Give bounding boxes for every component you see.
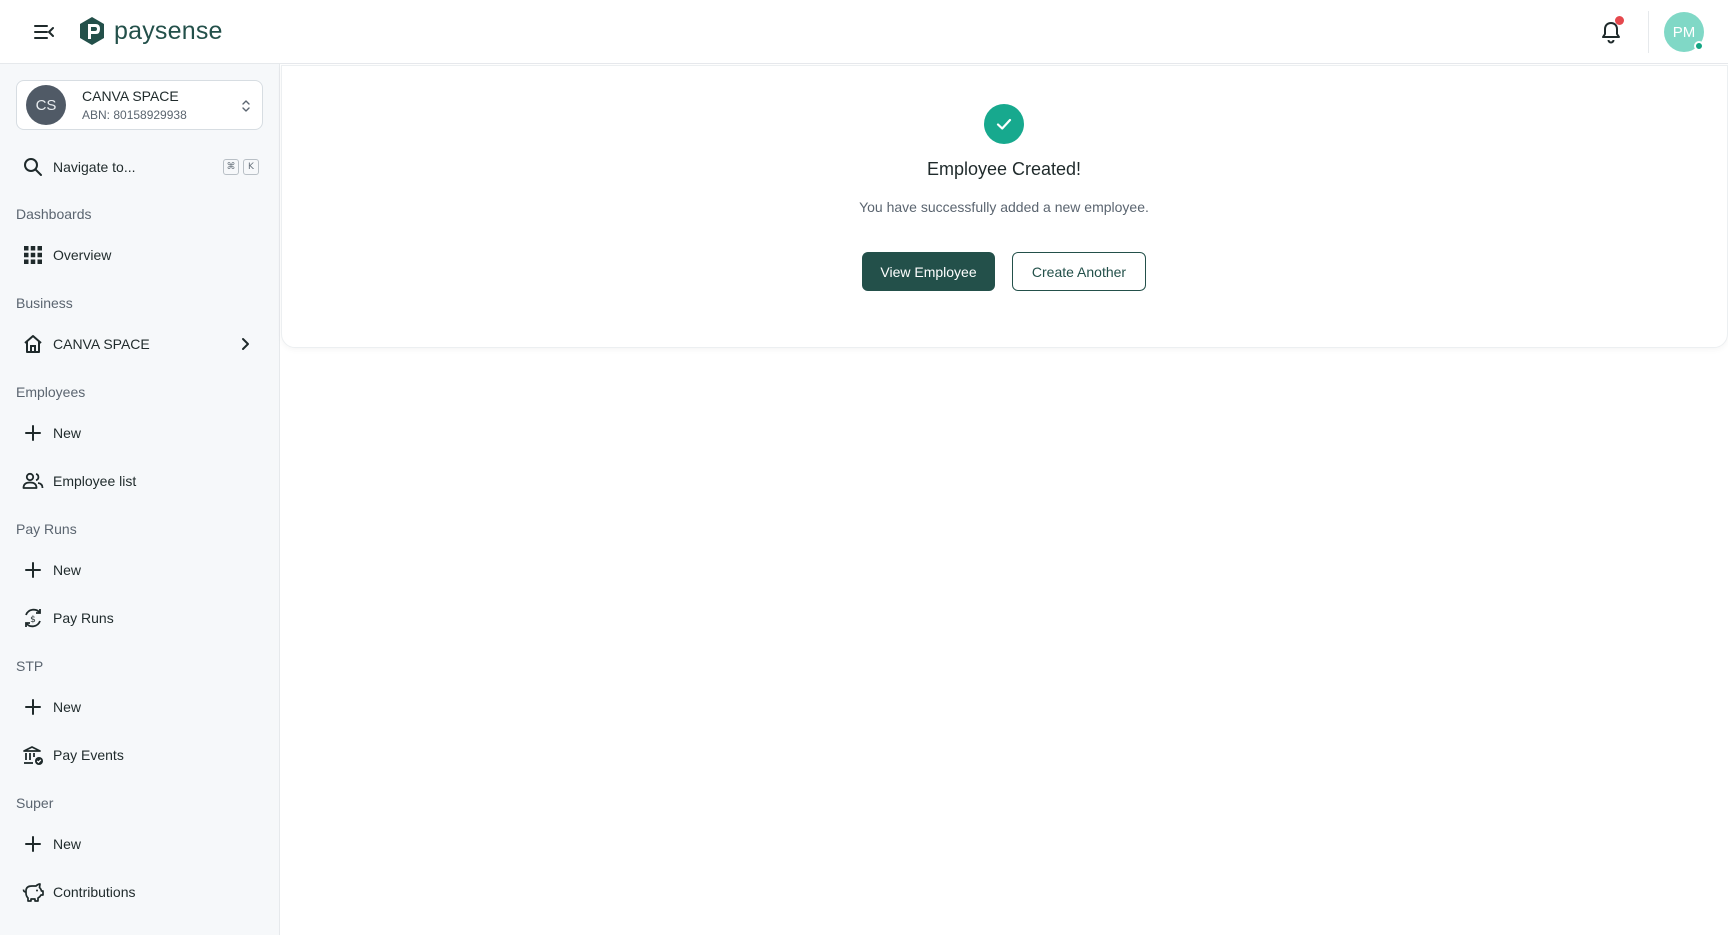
sidebar-item-label: New xyxy=(53,425,82,441)
search-icon xyxy=(24,158,42,176)
section-super: Super xyxy=(16,795,54,811)
sidebar-item-employee-list[interactable]: Employee list xyxy=(16,463,263,499)
business-switcher[interactable]: CS CANVA SPACE ABN: 80158929938 xyxy=(16,80,263,130)
navigate-search[interactable]: Navigate to... ⌘ K xyxy=(16,152,263,182)
sidebar-item-new-super[interactable]: New xyxy=(16,826,263,862)
user-avatar[interactable]: PM xyxy=(1664,12,1704,52)
section-stp: STP xyxy=(16,658,44,674)
sidebar-item-label: New xyxy=(53,836,82,852)
grid-icon xyxy=(21,243,45,267)
sidebar-item-label: Employee list xyxy=(53,473,137,489)
check-circle-icon xyxy=(984,104,1024,144)
section-employees: Employees xyxy=(16,384,86,400)
sidebar-item-overview[interactable]: Overview xyxy=(16,237,263,273)
unfold-icon xyxy=(242,100,250,112)
business-name: CANVA SPACE xyxy=(82,87,179,104)
keyboard-shortcut: ⌘ K xyxy=(223,159,259,175)
menu-collapse-icon[interactable] xyxy=(28,20,60,44)
sidebar-item-new-stp[interactable]: New xyxy=(16,689,263,725)
app-name: paysense xyxy=(114,16,223,45)
create-another-button[interactable]: Create Another xyxy=(1012,252,1146,291)
kbd-k: K xyxy=(243,159,259,175)
sidebar-item-new-employee[interactable]: New xyxy=(16,415,263,451)
notification-badge xyxy=(1615,16,1624,25)
navigate-search-label: Navigate to... xyxy=(53,159,136,175)
sidebar-item-label: New xyxy=(53,562,82,578)
bank-check-icon xyxy=(21,743,45,767)
sidebar-item-label: Contributions xyxy=(53,884,136,900)
plus-icon xyxy=(21,695,45,719)
sidebar-item-pay-events[interactable]: Pay Events xyxy=(16,737,263,773)
plus-icon xyxy=(21,832,45,856)
header-divider xyxy=(1648,11,1649,53)
sidebar-item-label: CANVA SPACE xyxy=(53,336,150,352)
plus-icon xyxy=(21,421,45,445)
sidebar-item-business[interactable]: CANVA SPACE xyxy=(16,326,263,362)
sidebar-item-label: Pay Events xyxy=(53,747,124,763)
plus-icon xyxy=(21,558,45,582)
kbd-command: ⌘ xyxy=(223,159,239,175)
app-logo[interactable]: paysense xyxy=(78,16,223,46)
section-business: Business xyxy=(16,295,73,311)
section-dashboards: Dashboards xyxy=(16,206,92,222)
home-icon xyxy=(21,332,45,356)
sidebar-item-contributions[interactable]: Contributions xyxy=(16,874,263,910)
sidebar-item-label: New xyxy=(53,699,82,715)
sidebar-item-pay-runs[interactable]: $ Pay Runs xyxy=(16,600,263,636)
piggy-bank-icon xyxy=(21,880,45,904)
business-avatar: CS xyxy=(26,85,66,125)
top-bar: paysense PM xyxy=(0,0,1728,64)
online-status-indicator xyxy=(1694,41,1704,51)
view-employee-button[interactable]: View Employee xyxy=(862,252,995,291)
sidebar-item-label: Overview xyxy=(53,247,112,263)
success-title: Employee Created! xyxy=(926,159,1082,179)
bell-icon[interactable] xyxy=(1598,16,1624,45)
svg-text:$: $ xyxy=(30,615,36,625)
paysense-logo-icon xyxy=(80,17,104,45)
section-pay-runs: Pay Runs xyxy=(16,521,77,537)
chevron-right-icon xyxy=(242,338,249,350)
sidebar-item-label: Pay Runs xyxy=(53,610,114,626)
sidebar-item-new-pay-run[interactable]: New xyxy=(16,552,263,588)
business-abn: ABN: 80158929938 xyxy=(82,107,187,122)
people-icon xyxy=(21,469,45,493)
sidebar: CS CANVA SPACE ABN: 80158929938 Navigate… xyxy=(0,64,280,935)
success-message: You have successfully added a new employ… xyxy=(859,199,1149,215)
currency-exchange-icon: $ xyxy=(21,606,45,630)
user-initials: PM xyxy=(1672,23,1696,41)
